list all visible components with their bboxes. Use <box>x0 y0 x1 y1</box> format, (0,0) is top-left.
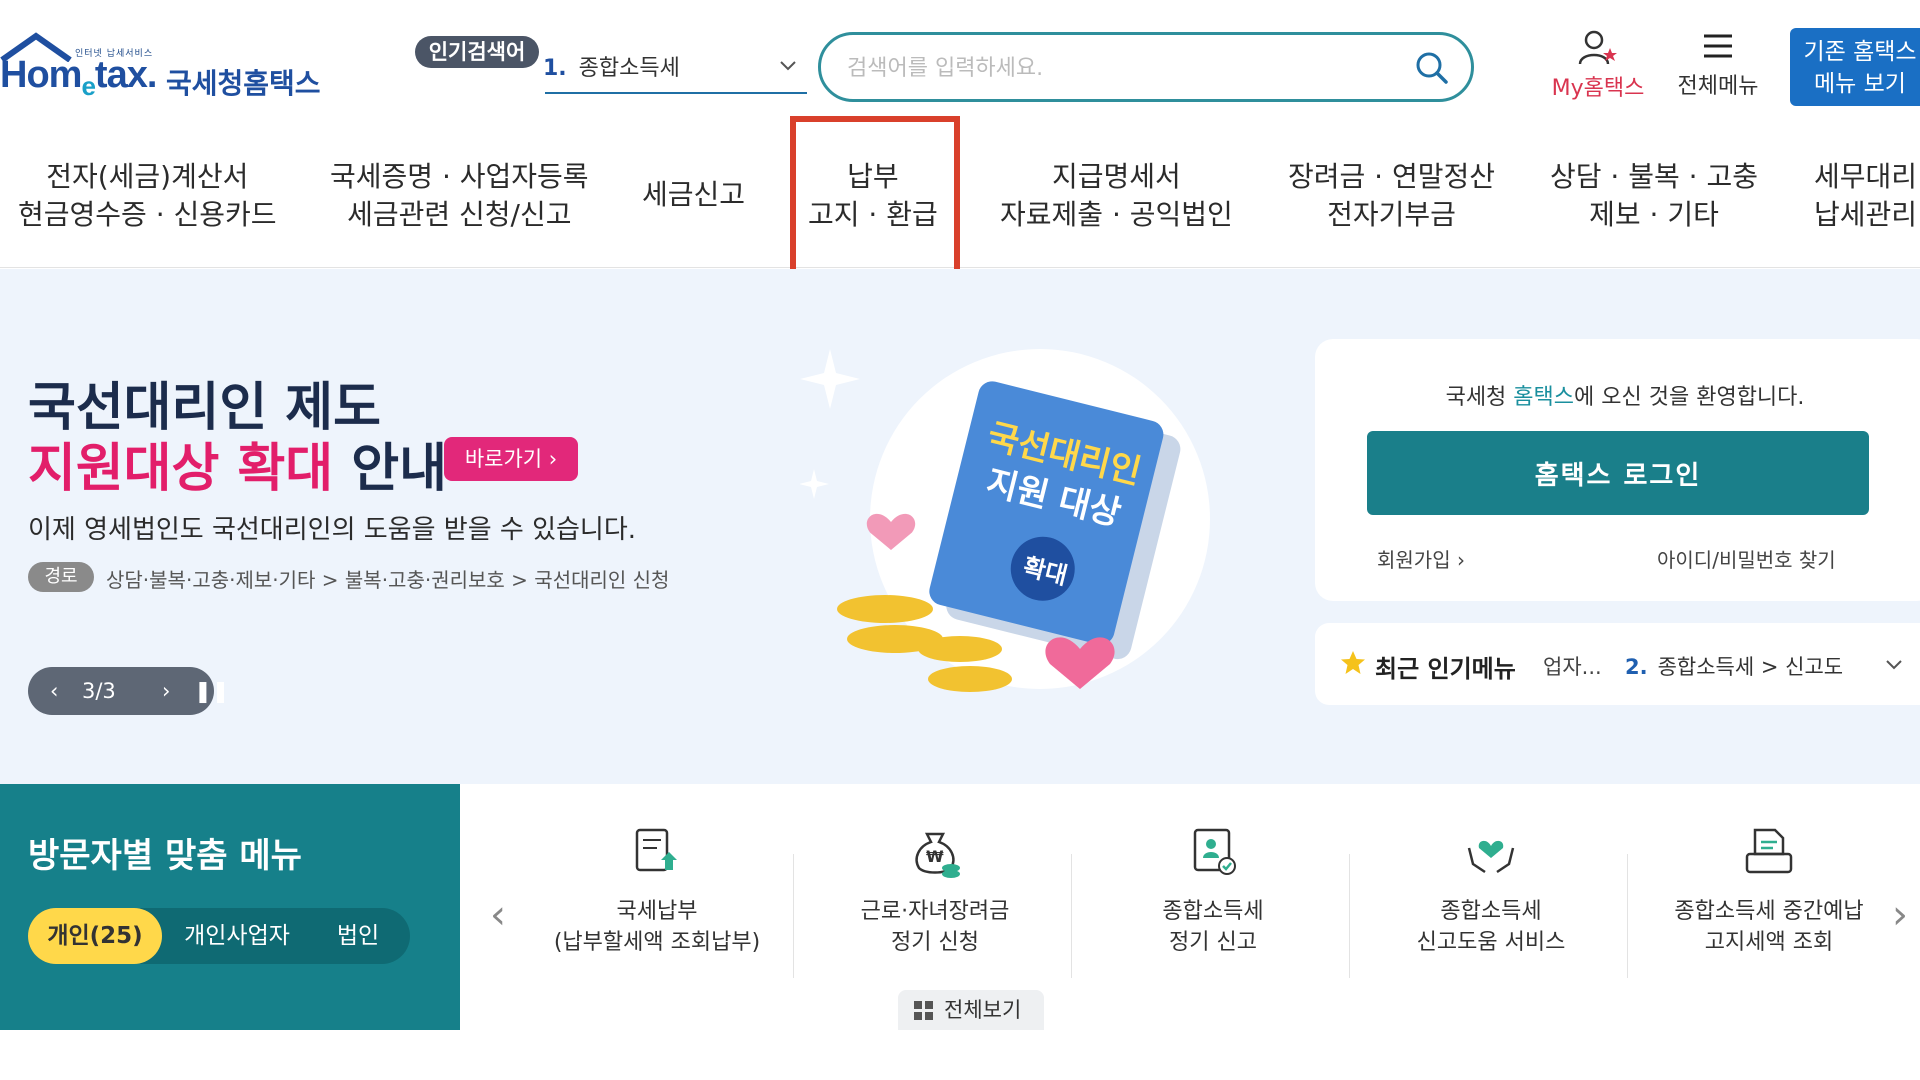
pager-count: 3/3 <box>82 679 116 703</box>
welcome-message: 국세청 홈택스에 오신 것을 환영합니다. <box>1445 385 1805 410</box>
pager-next-icon[interactable]: › <box>162 679 170 703</box>
quick-item-label: 종합소득세 중간예납 고지세액 조회 <box>1674 899 1864 955</box>
nav-item-payment-statement[interactable]: 지급명세서 자료제출 · 공익법인 <box>1000 158 1233 234</box>
logo-wordmark: Hometax. <box>0 54 157 101</box>
grid-icon <box>914 1001 933 1020</box>
tab-individual-business[interactable]: 개인사업자 <box>172 908 302 964</box>
popular-menu-item-prev[interactable]: 업자... <box>1543 651 1602 681</box>
view-all-button[interactable]: 전체보기 <box>898 990 1044 1030</box>
my-hometax-button[interactable]: My홈택스 <box>1543 30 1653 102</box>
heart-hands-icon <box>1467 840 1515 874</box>
main-banner: 국선대리인 제도 지원대상 확대 안내 바로가기 › 이제 영세법인도 국선대리… <box>0 269 1920 784</box>
quick-item-report-help[interactable]: 종합소득세 신고도움 서비스 <box>1352 824 1630 974</box>
notice-inquiry-icon <box>1745 828 1793 874</box>
banner-title-line2: 지원대상 확대 안내 <box>28 439 447 499</box>
login-card: 국세청 홈택스에 오신 것을 환영합니다. 홈택스 로그인 회원가입 › 아이디… <box>1315 339 1920 601</box>
quick-next-arrow-icon[interactable]: › <box>1892 892 1908 938</box>
visitor-menu-title: 방문자별 맞춤 메뉴 <box>28 836 302 876</box>
tax-payment-icon <box>635 828 677 872</box>
user-star-icon <box>1578 30 1617 65</box>
quick-divider <box>1627 854 1628 978</box>
tab-corporation[interactable]: 법인 <box>318 908 398 964</box>
highlight-annotation-box <box>790 116 960 284</box>
login-button[interactable]: 홈택스 로그인 <box>1367 431 1869 515</box>
pager-pause-icon[interactable]: ❚❚ <box>194 679 229 703</box>
chevron-down-icon[interactable] <box>778 56 798 76</box>
quick-item-tax-payment[interactable]: 국세납부 (납부할세액 조회납부) <box>518 824 796 974</box>
visitor-tabs: 개인(25) 개인사업자 법인 <box>28 908 410 964</box>
main-nav: 전자(세금)계산서 현금영수증 · 신용카드 국세증명 · 사업자등록 세금관련 신… <box>0 118 1920 268</box>
popular-search-term[interactable]: 1. 종합소득세 <box>543 50 680 82</box>
nav-item-certificate[interactable]: 국세증명 · 사업자등록 세금관련 신청/신고 <box>330 158 589 234</box>
quick-item-label: 국세납부 (납부할세액 조회납부) <box>553 899 761 955</box>
income-tax-report-icon <box>1193 828 1236 875</box>
quick-item-label: 근로·자녀장려금 정기 신청 <box>860 899 1010 955</box>
banner-subtitle: 이제 영세법인도 국선대리인의 도움을 받을 수 있습니다. <box>28 515 637 545</box>
logo-korean: 국세청홈택스 <box>166 67 321 100</box>
header: 인터넷 납세서비스 Hometax. 국세청홈택스 인기검색어 1. 종합소득세 … <box>0 0 1920 118</box>
banner-illustration: 국선대리인 지원 대상 확대 <box>800 349 1210 692</box>
my-hometax-label: My홈택스 <box>1551 76 1645 101</box>
classic-menu-line2: 메뉴 보기 <box>1814 71 1906 97</box>
view-all-label: 전체보기 <box>944 998 1022 1022</box>
quick-item-interim-prepayment[interactable]: 종합소득세 중간예납 고지세액 조회 <box>1630 824 1908 974</box>
tab-individual[interactable]: 개인(25) <box>28 908 162 964</box>
quick-divider <box>1071 854 1072 978</box>
quick-divider <box>1349 854 1350 978</box>
quick-item-incentive[interactable]: ₩ 근로·자녀장려금 정기 신청 <box>796 824 1074 974</box>
popular-search-underline <box>545 92 807 94</box>
search-box <box>818 32 1474 102</box>
banner-go-button[interactable]: 바로가기 › <box>444 437 578 481</box>
nav-item-incentive[interactable]: 장려금 · 연말정산 전자기부금 <box>1288 158 1495 234</box>
banner-pager: ‹ 3/3 › ❚❚ <box>28 667 229 715</box>
hamburger-menu-icon <box>1704 34 1732 58</box>
quick-item-income-tax-report[interactable]: 종합소득세 정기 신고 <box>1074 824 1352 974</box>
classic-menu-button[interactable]: 기존 홈택스 메뉴 보기 <box>1790 28 1920 106</box>
popular-search-badge: 인기검색어 <box>415 36 539 68</box>
hometax-logo[interactable]: 인터넷 납세서비스 Hometax. 국세청홈택스 <box>0 32 330 112</box>
all-menu-button[interactable]: 전체메뉴 <box>1668 30 1768 102</box>
pager-prev-icon[interactable]: ‹ <box>50 679 58 703</box>
find-id-password-link[interactable]: 아이디/비밀번호 찾기 <box>1657 544 1836 573</box>
star-icon <box>1341 651 1365 674</box>
path-badge: 경로 <box>28 562 94 592</box>
nav-item-tax-agent[interactable]: 세무대리 납세관리 <box>1814 158 1917 234</box>
popular-menu-item-current[interactable]: 2. 종합소득세 > 신고도 <box>1625 651 1843 681</box>
popular-menu-title: 최근 인기메뉴 <box>1375 655 1516 683</box>
all-menu-label: 전체메뉴 <box>1677 74 1759 99</box>
popular-menu-bar: 최근 인기메뉴 업자... 2. 종합소득세 > 신고도 <box>1315 623 1920 705</box>
banner-path: 상담·불복·고충·제보·기타 > 불복·고충·권리보호 > 국선대리인 신청 <box>106 568 670 592</box>
quick-item-label: 종합소득세 신고도움 서비스 <box>1416 899 1566 955</box>
search-icon[interactable] <box>1415 51 1449 85</box>
quick-item-label: 종합소득세 정기 신고 <box>1162 899 1264 955</box>
visitor-menu-panel: 방문자별 맞춤 메뉴 개인(25) 개인사업자 법인 <box>0 784 460 1030</box>
classic-menu-line1: 기존 홈택스 <box>1803 39 1917 65</box>
chevron-down-icon[interactable] <box>1883 653 1905 675</box>
signup-link[interactable]: 회원가입 › <box>1377 544 1465 573</box>
quick-divider <box>793 854 794 978</box>
nav-item-consult[interactable]: 상담 · 불복 · 고충 제보 · 기타 <box>1550 158 1758 234</box>
nav-item-tax-report[interactable]: 세금신고 <box>642 176 745 214</box>
svg-text:₩: ₩ <box>926 847 944 866</box>
nav-item-e-invoice[interactable]: 전자(세금)계산서 현금영수증 · 신용카드 <box>18 158 277 234</box>
money-bag-icon: ₩ <box>915 832 960 878</box>
search-input[interactable] <box>847 53 1387 83</box>
quick-prev-arrow-icon[interactable]: ‹ <box>490 892 506 938</box>
quick-menu-area: ‹ 국세납부 (납부할세액 조회납부) ₩ 근로·자녀장려금 정기 신청 종합소… <box>460 784 1920 1030</box>
